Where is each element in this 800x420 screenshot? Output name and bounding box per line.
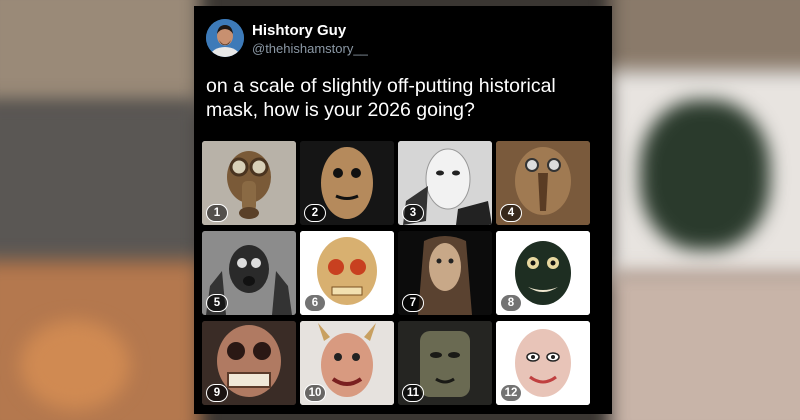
mask-image-6[interactable]: 6 [300, 231, 394, 315]
mask-number-badge: 11 [402, 384, 424, 402]
mask-number-badge: 7 [402, 294, 424, 312]
mask-number-badge: 3 [402, 204, 424, 222]
mask-number-badge: 6 [304, 294, 326, 312]
mask-image-10[interactable]: 10 [300, 321, 394, 405]
author-name[interactable]: Hishtory Guy [252, 22, 346, 39]
tweet-text: on a scale of slightly off-putting histo… [206, 75, 556, 121]
mask-image-11[interactable]: 11 [398, 321, 492, 405]
mask-image-2[interactable]: 2 [300, 141, 394, 225]
mask-image-grid: 1 2 3 4 5 6 7 8 9 10 11 12 [202, 141, 592, 406]
bg-mask-shape-left [20, 320, 130, 410]
mask-number-badge: 8 [500, 294, 522, 312]
bg-mask-shape-right [640, 100, 770, 250]
mask-image-5[interactable]: 5 [202, 231, 296, 315]
mask-image-9[interactable]: 9 [202, 321, 296, 405]
mask-image-4[interactable]: 4 [496, 141, 590, 225]
bg-tile-bottom-right [610, 270, 800, 420]
mask-number-badge: 12 [500, 384, 522, 402]
mask-image-12[interactable]: 12 [496, 321, 590, 405]
bg-tile-top-left [0, 0, 200, 110]
mask-image-7[interactable]: 7 [398, 231, 492, 315]
bg-tile-mid-left [0, 100, 200, 270]
mask-image-8[interactable]: 8 [496, 231, 590, 315]
mask-number-badge: 2 [304, 204, 326, 222]
avatar[interactable] [206, 19, 244, 57]
mask-number-badge: 10 [304, 384, 326, 402]
mask-number-badge: 5 [206, 294, 228, 312]
avatar-portrait [206, 19, 244, 57]
mask-image-1[interactable]: 1 [202, 141, 296, 225]
mask-number-badge: 9 [206, 384, 228, 402]
tweet-card[interactable]: Hishtory Guy @thehishamstory__ on a scal… [194, 6, 612, 414]
mask-number-badge: 1 [206, 204, 228, 222]
mask-number-badge: 4 [500, 204, 522, 222]
bg-tile-top-right [610, 0, 800, 80]
author-handle[interactable]: @thehishamstory__ [252, 41, 368, 56]
mask-image-3[interactable]: 3 [398, 141, 492, 225]
